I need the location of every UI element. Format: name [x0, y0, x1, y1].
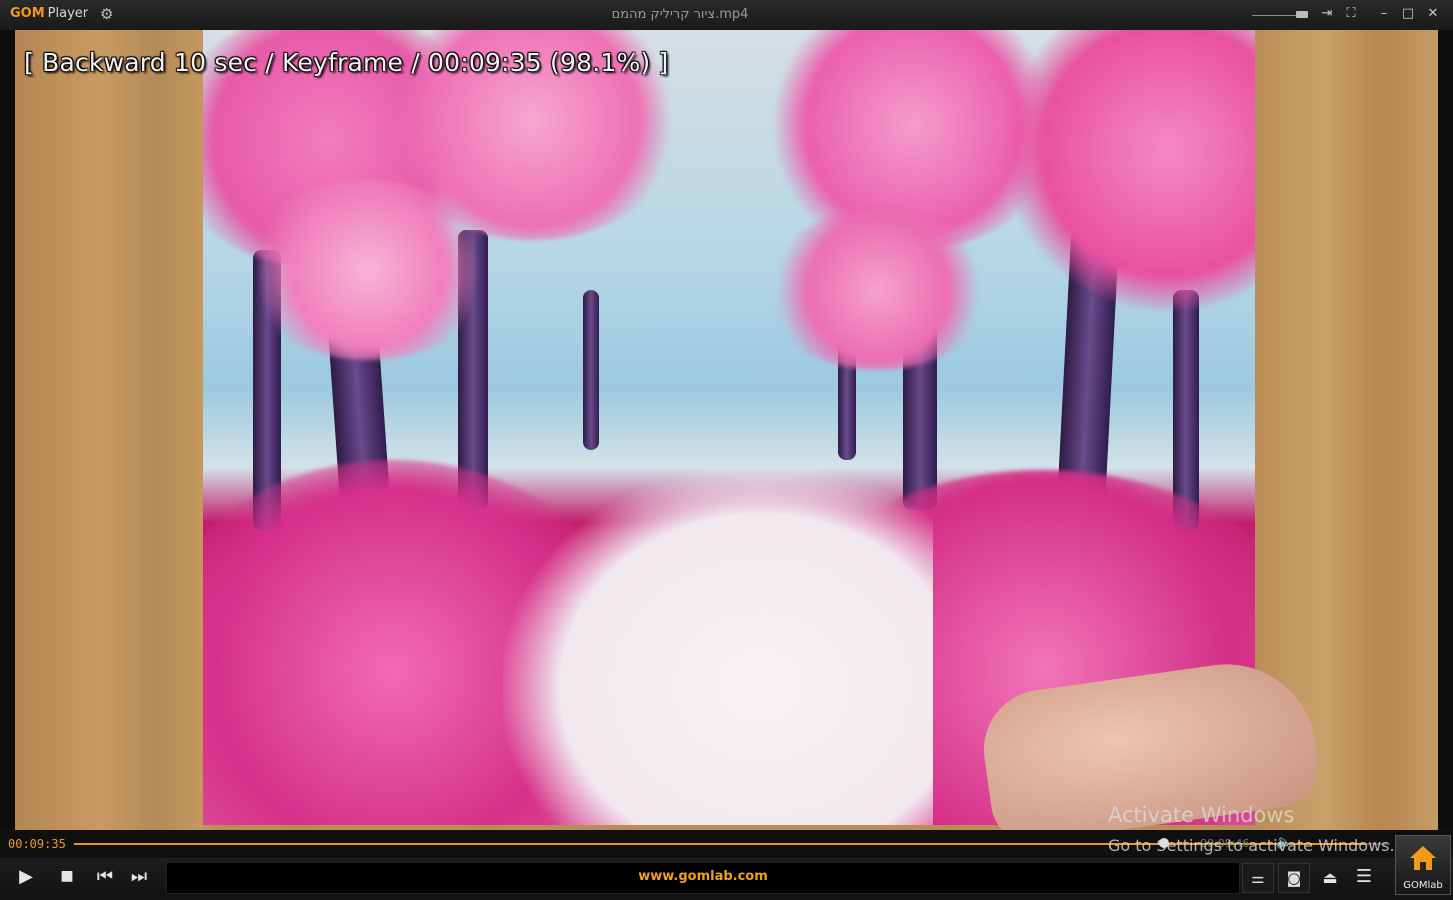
title-bar: GOM Player ⚙ ציור קריליק מהמם.mp4 ⇥ ⛶ – □…	[0, 0, 1453, 30]
ad-banner-text[interactable]: www.gomlab.com	[167, 869, 1239, 884]
gomlab-button[interactable]: GOMlab	[1395, 835, 1451, 895]
osd-message: [ Backward 10 sec / Keyframe / 00:09:35 …	[24, 48, 669, 77]
home-icon	[1410, 846, 1436, 870]
previous-icon[interactable]: ⏮	[91, 866, 119, 887]
blossom-cluster	[763, 210, 993, 370]
close-icon[interactable]: ✕	[1424, 6, 1442, 21]
play-icon[interactable]: ▶	[12, 866, 40, 887]
activation-watermark-subtitle: Go to Settings to activate Windows.	[1108, 836, 1395, 855]
control-bar: ▶ ■ ⏮ ⏭ www.gomlab.com ⚌ ◙ ⏏ ☰	[0, 858, 1453, 900]
volume-slider-knob[interactable]	[1296, 11, 1308, 18]
tree-trunk	[583, 290, 599, 450]
ad-banner[interactable]: www.gomlab.com	[166, 862, 1240, 894]
maximize-icon[interactable]: □	[1399, 6, 1417, 21]
blossom-cluster	[1003, 30, 1255, 310]
stop-icon[interactable]: ■	[53, 868, 81, 884]
video-frame[interactable]: [ Backward 10 sec / Keyframe / 00:09:35 …	[15, 30, 1438, 830]
eject-icon[interactable]: ⏏	[1316, 868, 1344, 887]
activation-watermark-title: Activate Windows	[1108, 803, 1295, 827]
compact-mode-icon[interactable]: ⇥	[1318, 6, 1336, 21]
current-time: 00:09:35	[8, 837, 66, 851]
window-title: ציור קריליק מהמם.mp4	[611, 7, 749, 22]
camera-icon[interactable]: ◙	[1278, 863, 1310, 893]
blossom-cluster	[243, 180, 493, 360]
next-icon[interactable]: ⏭	[125, 866, 153, 887]
fullscreen-icon[interactable]: ⛶	[1342, 6, 1360, 21]
minimize-icon[interactable]: –	[1375, 6, 1393, 21]
menu-icon[interactable]: ☰	[1350, 866, 1378, 887]
gomlab-label: GOMlab	[1403, 880, 1443, 891]
equalizer-icon[interactable]: ⚌	[1242, 863, 1274, 893]
painted-path	[503, 465, 933, 825]
